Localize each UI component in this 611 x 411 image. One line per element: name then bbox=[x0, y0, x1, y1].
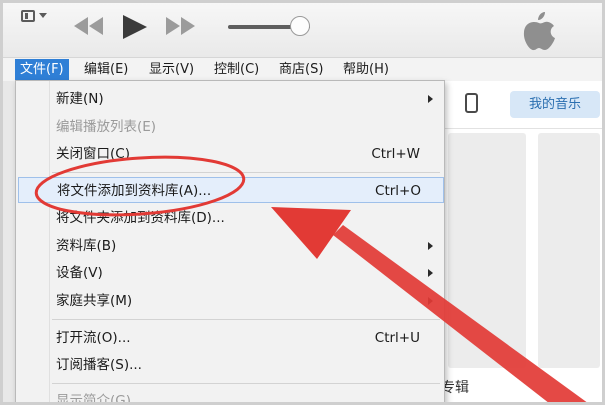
menu-item-add-folder-to-library[interactable]: 将文件夹添加到资料库(D)... bbox=[16, 205, 444, 231]
my-music-tab[interactable]: 我的音乐 bbox=[510, 91, 600, 118]
menu-item-open-stream[interactable]: 打开流(O)... Ctrl+U bbox=[16, 325, 444, 351]
menu-item-label: 编辑播放列表(E) bbox=[56, 119, 157, 135]
content-divider bbox=[443, 128, 602, 129]
menu-view[interactable]: 显示(V) bbox=[144, 59, 199, 80]
next-icon[interactable] bbox=[165, 15, 197, 37]
menu-item-label: 关闭窗口(C) bbox=[56, 146, 130, 162]
submenu-arrow-icon bbox=[428, 242, 433, 250]
menu-help[interactable]: 帮助(H) bbox=[338, 59, 394, 80]
menu-separator bbox=[52, 172, 440, 173]
menu-item-subscribe-podcast[interactable]: 订阅播客(S)... bbox=[16, 352, 444, 378]
menu-item-shortcut: Ctrl+U bbox=[374, 330, 420, 346]
volume-slider-knob[interactable] bbox=[290, 16, 310, 36]
menu-item-home-sharing[interactable]: 家庭共享(M) bbox=[16, 288, 444, 314]
menu-item-devices[interactable]: 设备(V) bbox=[16, 260, 444, 286]
menu-item-shortcut: Ctrl+W bbox=[371, 146, 420, 162]
previous-icon[interactable] bbox=[73, 15, 105, 37]
menu-store[interactable]: 商店(S) bbox=[274, 59, 328, 80]
menu-item-library[interactable]: 资料库(B) bbox=[16, 233, 444, 259]
menu-item-label: 家庭共享(M) bbox=[56, 293, 133, 309]
menu-item-label: 订阅播客(S)... bbox=[56, 357, 142, 373]
file-menu-dropdown: 新建(N) 编辑播放列表(E) 关闭窗口(C) Ctrl+W 将文件添加到资料库… bbox=[15, 80, 445, 405]
menubar: 文件(F) 编辑(E) 显示(V) 控制(C) 商店(S) 帮助(H) bbox=[11, 59, 602, 80]
menu-controls[interactable]: 控制(C) bbox=[209, 59, 264, 80]
menu-edit[interactable]: 编辑(E) bbox=[79, 59, 133, 80]
submenu-arrow-icon bbox=[428, 297, 433, 305]
menu-item-show-info: 显示简介(G) bbox=[16, 388, 444, 405]
menu-file[interactable]: 文件(F) bbox=[15, 59, 69, 80]
submenu-arrow-icon bbox=[428, 95, 433, 103]
menu-icon[interactable] bbox=[21, 10, 35, 22]
menu-item-label: 设备(V) bbox=[56, 265, 103, 281]
menu-separator bbox=[52, 319, 440, 320]
menu-item-label: 新建(N) bbox=[56, 91, 104, 107]
itunes-window: 文件(F) 编辑(E) 显示(V) 控制(C) 商店(S) 帮助(H) 我的音乐… bbox=[0, 0, 605, 405]
chevron-down-icon[interactable] bbox=[39, 13, 47, 18]
device-icon[interactable] bbox=[465, 93, 478, 113]
apple-logo-icon bbox=[523, 12, 555, 51]
menu-item-label: 打开流(O)... bbox=[56, 330, 131, 346]
menu-item-label: 资料库(B) bbox=[56, 238, 117, 254]
menu-item-add-file-to-library[interactable]: 将文件添加到资料库(A)... Ctrl+O bbox=[18, 177, 444, 203]
submenu-arrow-icon bbox=[428, 269, 433, 277]
menu-item-shortcut: Ctrl+O bbox=[375, 183, 421, 199]
menu-item-label: 将文件夹添加到资料库(D)... bbox=[56, 210, 225, 226]
album-label: 专辑 bbox=[441, 380, 469, 396]
menu-item-close-window[interactable]: 关闭窗口(C) Ctrl+W bbox=[16, 141, 444, 167]
album-tile[interactable] bbox=[448, 133, 526, 368]
playback-toolbar bbox=[3, 3, 602, 58]
play-icon[interactable] bbox=[120, 13, 150, 41]
sidebar-edge bbox=[3, 81, 15, 402]
menu-item-label: 显示简介(G) bbox=[56, 393, 131, 405]
menu-item-new[interactable]: 新建(N) bbox=[16, 86, 444, 112]
album-tile[interactable] bbox=[538, 133, 600, 368]
menu-item-label: 将文件添加到资料库(A)... bbox=[57, 183, 212, 199]
menu-item-edit-playlist: 编辑播放列表(E) bbox=[16, 114, 444, 140]
menu-separator bbox=[52, 383, 440, 384]
